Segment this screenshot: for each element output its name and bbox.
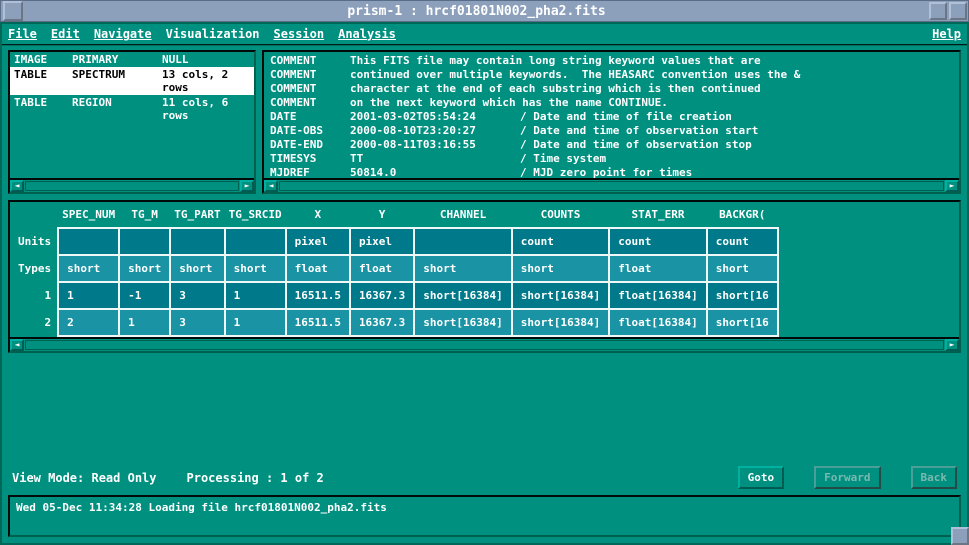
scroll-right-icon[interactable]: ►: [240, 180, 254, 192]
fits-header-body[interactable]: COMMENTThis FITS file may contain long s…: [264, 52, 959, 178]
scroll-track[interactable]: [25, 181, 239, 191]
table-cell[interactable]: float: [609, 255, 706, 282]
table-cell[interactable]: 3: [170, 309, 224, 336]
row-header: 2: [10, 309, 58, 336]
table-cell[interactable]: 16511.5: [286, 282, 350, 309]
column-header[interactable]: COUNTS: [512, 202, 609, 228]
table-cell[interactable]: -1: [119, 282, 170, 309]
table-cell[interactable]: short[16: [707, 282, 778, 309]
table-cell[interactable]: 16367.3: [350, 282, 414, 309]
forward-button[interactable]: Forward: [814, 466, 880, 489]
row-header: 1: [10, 282, 58, 309]
titlebar[interactable]: prism-1 : hrcf01801N002_pha2.fits: [0, 0, 969, 22]
table-cell[interactable]: float[16384]: [609, 282, 706, 309]
window-menu-icon[interactable]: [3, 1, 23, 21]
scroll-left-icon[interactable]: ◄: [264, 180, 278, 192]
resize-handle-icon[interactable]: [951, 527, 969, 545]
table-cell[interactable]: [414, 228, 511, 255]
table-cell[interactable]: float: [286, 255, 350, 282]
column-header[interactable]: TG_M: [119, 202, 170, 228]
table-hscroll[interactable]: ◄ ►: [10, 337, 959, 351]
table-cell[interactable]: count: [609, 228, 706, 255]
menu-analysis[interactable]: Analysis: [338, 27, 396, 41]
log-line: Wed 05-Dec 11:34:28 Loading file hrcf018…: [16, 501, 953, 514]
table-cell[interactable]: 1: [225, 309, 286, 336]
back-button[interactable]: Back: [911, 466, 958, 489]
table-cell[interactable]: float[16384]: [609, 309, 706, 336]
table-cell[interactable]: [119, 228, 170, 255]
table-cell[interactable]: short: [707, 255, 778, 282]
table-cell[interactable]: 1: [225, 282, 286, 309]
log-panel: Wed 05-Dec 11:34:28 Loading file hrcf018…: [8, 495, 961, 537]
scroll-left-icon[interactable]: ◄: [10, 180, 24, 192]
scroll-right-icon[interactable]: ►: [945, 180, 959, 192]
scroll-right-icon[interactable]: ►: [945, 339, 959, 351]
extension-hscroll[interactable]: ◄ ►: [10, 178, 254, 192]
scroll-left-icon[interactable]: ◄: [10, 339, 24, 351]
table-cell[interactable]: count: [512, 228, 609, 255]
table-cell[interactable]: [58, 228, 119, 255]
scroll-track[interactable]: [279, 181, 944, 191]
table-cell[interactable]: pixel: [286, 228, 350, 255]
table-cell[interactable]: 1: [58, 282, 119, 309]
table-cell[interactable]: short[16384]: [512, 309, 609, 336]
column-header[interactable]: STAT_ERR: [609, 202, 706, 228]
scroll-track[interactable]: [25, 340, 944, 350]
column-header[interactable]: X: [286, 202, 350, 228]
extension-header-row: IMAGE PRIMARY NULL: [10, 52, 254, 67]
table-cell[interactable]: 1: [119, 309, 170, 336]
table-cell[interactable]: short: [58, 255, 119, 282]
table-cell[interactable]: short: [512, 255, 609, 282]
menu-edit[interactable]: Edit: [51, 27, 80, 41]
menu-file[interactable]: File: [8, 27, 37, 41]
menubar: File Edit Navigate Visualization Session…: [2, 24, 967, 46]
extension-list-panel: IMAGE PRIMARY NULL TABLE SPECTRUM 13 col…: [8, 50, 256, 194]
table-cell[interactable]: 16511.5: [286, 309, 350, 336]
menu-help[interactable]: Help: [932, 27, 961, 41]
column-header[interactable]: Y: [350, 202, 414, 228]
table-cell[interactable]: short: [225, 255, 286, 282]
menu-navigate[interactable]: Navigate: [94, 27, 152, 41]
window-title: prism-1 : hrcf01801N002_pha2.fits: [25, 4, 928, 19]
goto-button[interactable]: Goto: [738, 466, 785, 489]
table-cell[interactable]: short[16384]: [414, 282, 511, 309]
extension-row-spectrum[interactable]: TABLE SPECTRUM 13 cols, 2 rows: [10, 67, 254, 95]
table-cell[interactable]: 3: [170, 282, 224, 309]
table-cell[interactable]: [170, 228, 224, 255]
table-cell[interactable]: short[16: [707, 309, 778, 336]
table-cell[interactable]: short: [119, 255, 170, 282]
table-cell[interactable]: short: [170, 255, 224, 282]
table-cell[interactable]: count: [707, 228, 778, 255]
column-header[interactable]: SPEC_NUM: [58, 202, 119, 228]
window-minimize-icon[interactable]: [929, 2, 947, 20]
column-header[interactable]: TG_SRCID: [225, 202, 286, 228]
table-cell[interactable]: short[16384]: [414, 309, 511, 336]
row-header: Types: [10, 255, 58, 282]
table-cell[interactable]: 2: [58, 309, 119, 336]
table-cell[interactable]: 16367.3: [350, 309, 414, 336]
data-table-panel: SPEC_NUMTG_MTG_PARTTG_SRCIDXYCHANNELCOUN…: [8, 200, 961, 353]
table-cell[interactable]: short[16384]: [512, 282, 609, 309]
window-maximize-icon[interactable]: [949, 2, 967, 20]
table-cell[interactable]: short: [414, 255, 511, 282]
view-mode-label: View Mode: Read Only: [12, 471, 157, 485]
status-bar: View Mode: Read Only Processing : 1 of 2…: [2, 462, 967, 493]
table-cell[interactable]: float: [350, 255, 414, 282]
processing-label: Processing : 1 of 2: [187, 471, 324, 485]
extension-row-region[interactable]: TABLE REGION 11 cols, 6 rows: [10, 95, 254, 123]
table-cell[interactable]: pixel: [350, 228, 414, 255]
column-header[interactable]: BACKGR(: [707, 202, 778, 228]
table-cell[interactable]: [225, 228, 286, 255]
fits-header-panel: COMMENTThis FITS file may contain long s…: [262, 50, 961, 194]
column-header[interactable]: TG_PART: [170, 202, 224, 228]
data-table: SPEC_NUMTG_MTG_PARTTG_SRCIDXYCHANNELCOUN…: [10, 202, 779, 337]
header-hscroll[interactable]: ◄ ►: [264, 178, 959, 192]
column-header[interactable]: CHANNEL: [414, 202, 511, 228]
row-header: Units: [10, 228, 58, 255]
menu-session[interactable]: Session: [274, 27, 325, 41]
menu-visualization[interactable]: Visualization: [166, 27, 260, 41]
